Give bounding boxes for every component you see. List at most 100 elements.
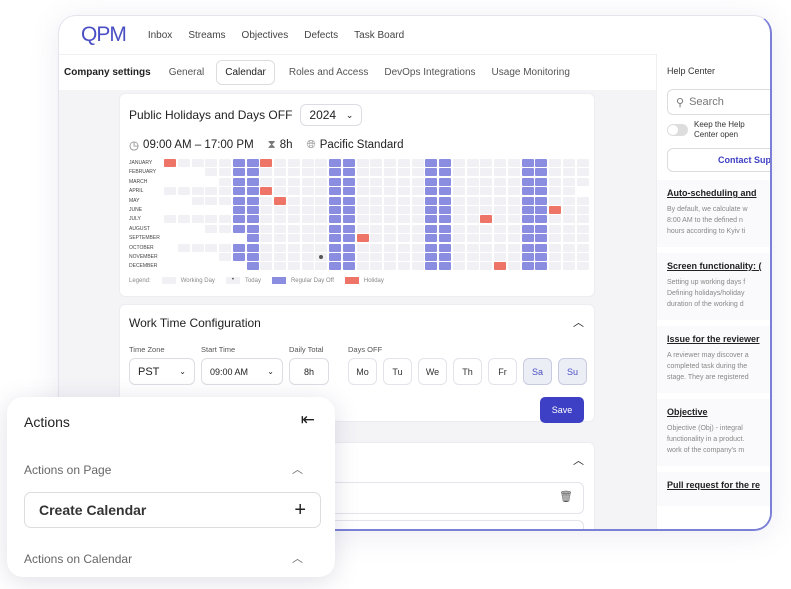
working-day-cell[interactable]	[177, 159, 190, 167]
working-day-cell[interactable]	[452, 243, 465, 252]
working-day-cell[interactable]	[494, 187, 506, 196]
day-off-cell[interactable]	[521, 215, 534, 224]
working-day-cell[interactable]	[397, 168, 410, 177]
working-day-cell[interactable]	[219, 177, 231, 186]
working-day-cell[interactable]	[507, 177, 520, 186]
day-off-cell[interactable]	[329, 159, 341, 167]
working-day-cell[interactable]	[549, 243, 561, 252]
help-article[interactable]: Screen functionality: (Setting up workin…	[657, 253, 770, 320]
working-day-cell[interactable]	[370, 253, 383, 261]
day-off-cell[interactable]	[342, 253, 355, 261]
working-day-cell[interactable]	[301, 262, 314, 271]
working-day-cell[interactable]	[356, 196, 369, 205]
working-day-cell[interactable]	[205, 215, 218, 224]
day-off-cell[interactable]	[521, 243, 534, 252]
working-day-cell[interactable]	[494, 206, 506, 214]
working-day-cell[interactable]	[384, 262, 396, 271]
help-article[interactable]: Objective Objective (Obj) - integral func…	[657, 399, 770, 466]
working-day-cell[interactable]	[301, 234, 314, 243]
working-day-cell[interactable]	[549, 234, 561, 243]
working-day-cell[interactable]	[274, 243, 286, 252]
working-day-cell[interactable]	[164, 215, 176, 224]
day-toggle-tu[interactable]: Tu	[383, 358, 412, 385]
working-day-cell[interactable]	[507, 187, 520, 196]
working-day-cell[interactable]	[315, 206, 328, 214]
working-day-cell[interactable]	[452, 187, 465, 196]
working-day-cell[interactable]	[397, 215, 410, 224]
working-day-cell[interactable]	[452, 224, 465, 233]
day-off-cell[interactable]	[232, 206, 245, 214]
day-off-cell[interactable]	[329, 243, 341, 252]
working-day-cell[interactable]	[494, 196, 506, 205]
working-day-cell[interactable]	[576, 159, 589, 167]
working-day-cell[interactable]	[287, 168, 300, 177]
working-day-cell[interactable]	[480, 253, 493, 261]
day-toggle-we[interactable]: We	[418, 358, 447, 385]
working-day-cell[interactable]	[370, 187, 383, 196]
day-off-cell[interactable]	[535, 187, 548, 196]
day-toggle-su[interactable]: Su	[558, 358, 587, 385]
working-day-cell[interactable]	[315, 215, 328, 224]
working-day-cell[interactable]	[452, 253, 465, 261]
holiday-cell[interactable]	[260, 159, 273, 167]
working-day-cell[interactable]	[301, 224, 314, 233]
working-day-cell[interactable]	[562, 262, 575, 271]
working-day-cell[interactable]	[384, 253, 396, 261]
working-day-cell[interactable]	[562, 215, 575, 224]
working-day-cell[interactable]	[274, 168, 286, 177]
working-day-cell[interactable]	[260, 196, 273, 205]
working-day-cell[interactable]	[397, 243, 410, 252]
working-day-cell[interactable]	[219, 243, 231, 252]
working-day-cell[interactable]	[452, 262, 465, 271]
nav-objectives[interactable]: Objectives	[242, 30, 289, 41]
working-day-cell[interactable]	[466, 234, 479, 243]
working-day-cell[interactable]	[384, 168, 396, 177]
holiday-cell[interactable]	[356, 234, 369, 243]
working-day-cell[interactable]	[356, 159, 369, 167]
day-off-cell[interactable]	[246, 177, 259, 186]
day-off-cell[interactable]	[439, 206, 451, 214]
day-off-cell[interactable]	[425, 224, 438, 233]
working-day-cell[interactable]	[480, 243, 493, 252]
working-day-cell[interactable]	[260, 215, 273, 224]
working-day-cell[interactable]	[384, 196, 396, 205]
working-day-cell[interactable]	[274, 187, 286, 196]
day-off-cell[interactable]	[246, 159, 259, 167]
working-day-cell[interactable]	[466, 206, 479, 214]
working-day-cell[interactable]	[301, 177, 314, 186]
day-off-cell[interactable]	[329, 253, 341, 261]
working-day-cell[interactable]	[549, 253, 561, 261]
day-off-cell[interactable]	[232, 196, 245, 205]
working-day-cell[interactable]	[260, 177, 273, 186]
working-day-cell[interactable]	[177, 187, 190, 196]
day-off-cell[interactable]	[342, 196, 355, 205]
working-day-cell[interactable]	[549, 187, 561, 196]
working-day-cell[interactable]	[177, 243, 190, 252]
day-off-cell[interactable]	[521, 253, 534, 261]
day-off-cell[interactable]	[535, 262, 548, 271]
contact-support-button[interactable]: Contact Support	[667, 148, 770, 172]
nav-inbox[interactable]: Inbox	[148, 30, 172, 41]
working-day-cell[interactable]	[507, 243, 520, 252]
working-day-cell[interactable]	[562, 196, 575, 205]
working-day-cell[interactable]	[549, 159, 561, 167]
tab-calendar[interactable]: Calendar	[216, 60, 275, 85]
working-day-cell[interactable]	[384, 177, 396, 186]
day-off-cell[interactable]	[342, 262, 355, 271]
working-day-cell[interactable]	[191, 187, 204, 196]
day-off-cell[interactable]	[535, 224, 548, 233]
working-day-cell[interactable]	[562, 253, 575, 261]
working-day-cell[interactable]	[494, 224, 506, 233]
day-off-cell[interactable]	[246, 224, 259, 233]
day-toggle-sa[interactable]: Sa	[523, 358, 552, 385]
working-day-cell[interactable]	[507, 262, 520, 271]
working-day-cell[interactable]	[549, 215, 561, 224]
working-day-cell[interactable]	[315, 159, 328, 167]
working-day-cell[interactable]	[452, 168, 465, 177]
working-day-cell[interactable]	[549, 196, 561, 205]
working-day-cell[interactable]	[397, 224, 410, 233]
working-day-cell[interactable]	[576, 243, 589, 252]
working-day-cell[interactable]	[370, 234, 383, 243]
day-off-cell[interactable]	[329, 168, 341, 177]
day-off-cell[interactable]	[425, 234, 438, 243]
